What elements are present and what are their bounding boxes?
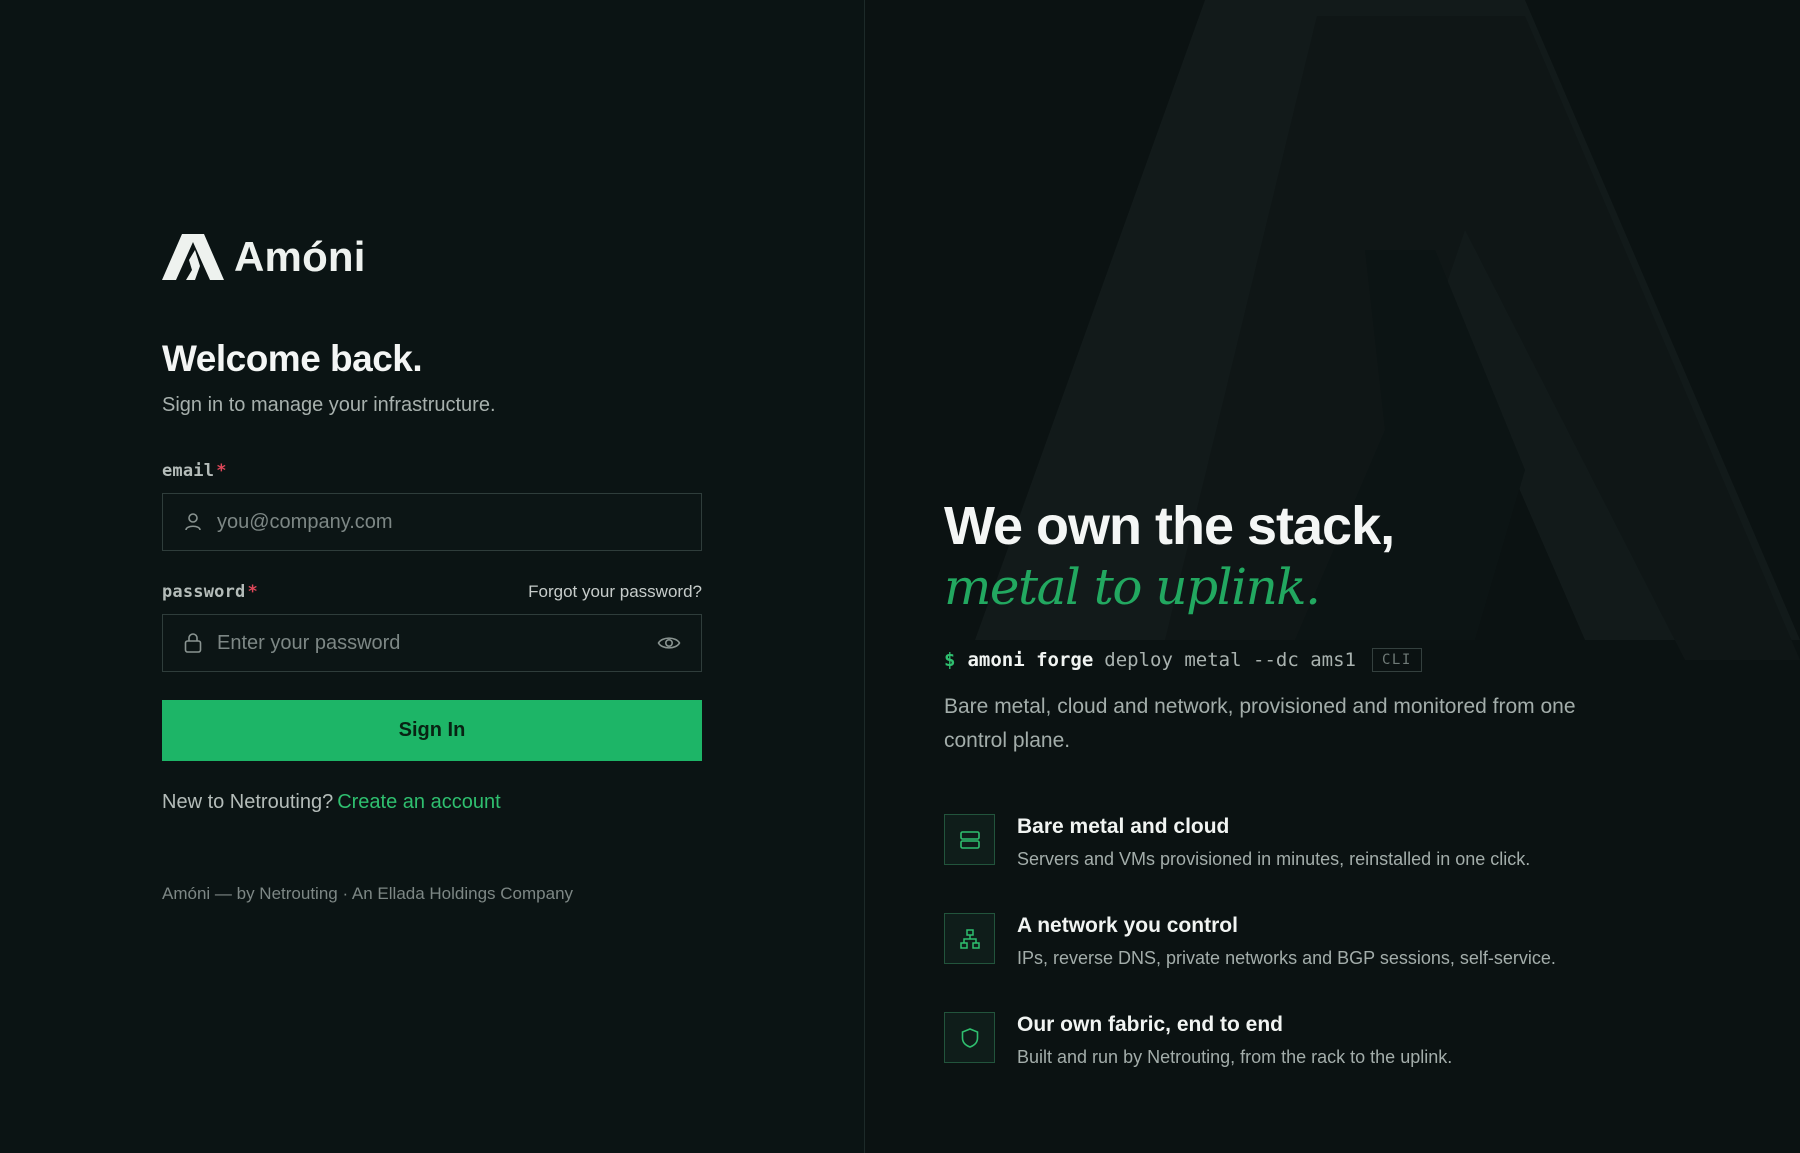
feature-text: Our own fabric, end to end Built and run… xyxy=(1017,1012,1452,1068)
feature-description: Servers and VMs provisioned in minutes, … xyxy=(1017,849,1531,869)
sign-in-button[interactable]: Sign In xyxy=(162,700,702,761)
hero-headline: We own the stack, xyxy=(944,496,1395,556)
brand-logo: Amóni xyxy=(162,232,702,282)
feature-item: Bare metal and cloud Servers and VMs pro… xyxy=(944,814,1764,870)
hero-headline-accent: metal to uplink. xyxy=(944,558,1321,616)
user-icon xyxy=(185,513,201,531)
email-input[interactable] xyxy=(217,494,681,550)
shield-icon xyxy=(961,1027,978,1048)
server-icon xyxy=(959,830,980,849)
feature-description: IPs, reverse DNS, private networks and B… xyxy=(1017,948,1556,968)
lock-icon xyxy=(184,633,202,653)
hero-description: Bare metal, cloud and network, provision… xyxy=(944,695,1576,752)
login-panel: Amóni Welcome back. Sign in to manage yo… xyxy=(0,0,865,1153)
cli-prompt: $ xyxy=(944,649,956,671)
brand-name: Amóni xyxy=(234,233,366,280)
password-label-row: password * Forgot your password? xyxy=(162,582,702,602)
page-subtitle: Sign in to manage your infrastructure. xyxy=(162,394,496,416)
login-page: Amóni Welcome back. Sign in to manage yo… xyxy=(0,0,1800,1153)
feature-text: Bare metal and cloud Servers and VMs pro… xyxy=(1017,814,1530,870)
feature-item: Our own fabric, end to end Built and run… xyxy=(944,1012,1764,1068)
password-field[interactable] xyxy=(162,614,702,672)
feature-text: A network you control IPs, reverse DNS, … xyxy=(1017,913,1556,969)
signup-prompt: New to Netrouting? Create an account xyxy=(162,791,702,814)
cli-badge: CLI xyxy=(1371,648,1422,672)
feature-title: Our own fabric, end to end xyxy=(1017,1013,1284,1036)
cli-example: $ amoni forge deploy metal --dc ams1 CLI xyxy=(944,648,1764,672)
password-input[interactable] xyxy=(217,615,657,671)
password-label: password * xyxy=(162,582,258,602)
create-account-link[interactable]: Create an account xyxy=(337,791,500,813)
required-marker: * xyxy=(247,582,258,602)
footer-text: Amóni — by Netrouting · An Ellada Holdin… xyxy=(162,884,574,903)
feature-icon-box xyxy=(944,913,995,964)
email-label: email * xyxy=(162,461,227,481)
feature-list: Bare metal and cloud Servers and VMs pro… xyxy=(944,814,1764,1068)
cli-command: amoni forge xyxy=(967,649,1094,671)
password-label-text: password xyxy=(162,582,246,602)
network-icon xyxy=(959,928,980,949)
page-title: Welcome back. xyxy=(162,338,423,379)
hero-content: We own the stack, metal to uplink. $ amo… xyxy=(944,494,1764,1111)
signup-prompt-text: New to Netrouting? xyxy=(162,791,334,813)
feature-icon-box xyxy=(944,1012,995,1063)
feature-title: A network you control xyxy=(1017,914,1238,937)
login-form-container: Amóni Welcome back. Sign in to manage yo… xyxy=(162,232,702,904)
email-label-row: email * xyxy=(162,461,702,481)
feature-description: Built and run by Netrouting, from the ra… xyxy=(1017,1047,1453,1067)
eye-icon[interactable] xyxy=(657,634,681,652)
forgot-password-link[interactable]: Forgot your password? xyxy=(528,582,702,602)
hero-panel: We own the stack, metal to uplink. $ amo… xyxy=(865,0,1800,1153)
cli-arguments: deploy metal --dc ams1 xyxy=(1104,649,1356,671)
required-marker: * xyxy=(216,461,227,481)
feature-title: Bare metal and cloud xyxy=(1017,815,1230,838)
feature-icon-box xyxy=(944,814,995,865)
email-label-text: email xyxy=(162,461,215,481)
email-field[interactable] xyxy=(162,493,702,551)
feature-item: A network you control IPs, reverse DNS, … xyxy=(944,913,1764,969)
amoni-a-mark-icon xyxy=(162,234,224,280)
